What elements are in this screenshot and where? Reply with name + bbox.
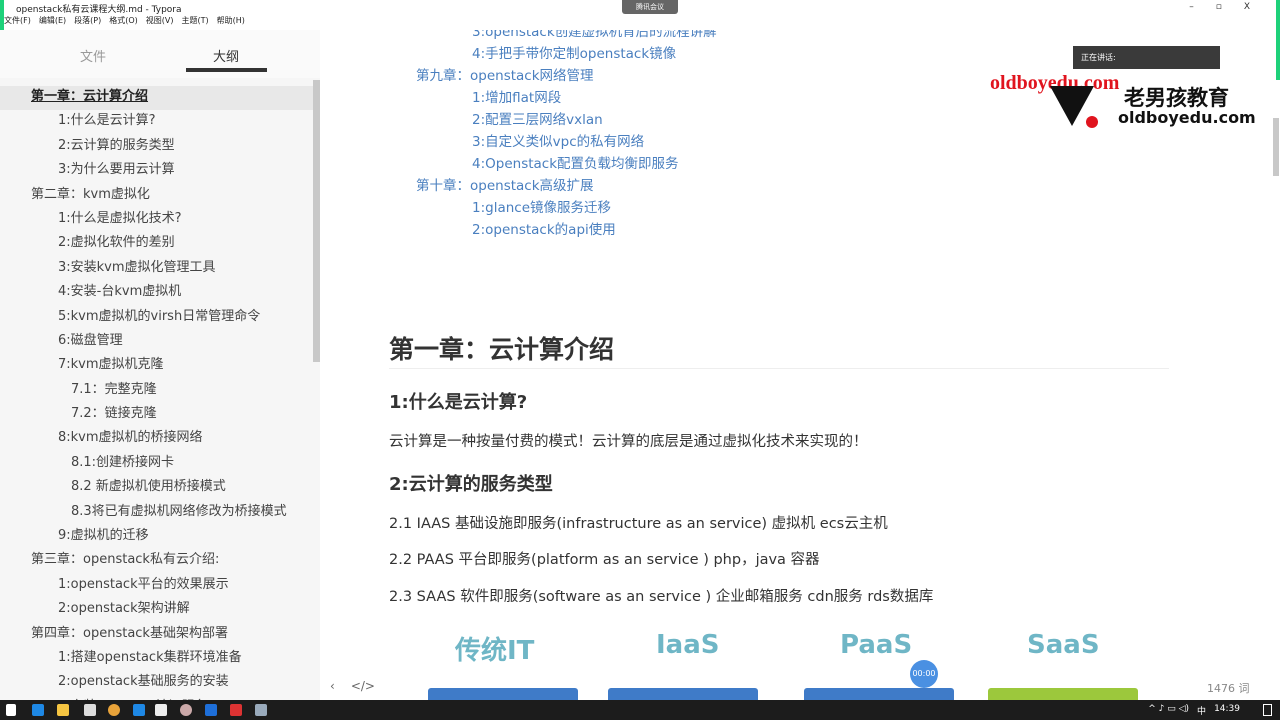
sidebar: 文件 大纲 第一章：云计算介绍 1:什么是云计算? 2:云计算的服务类型 3:为什么要…: [0, 30, 320, 700]
outline-item[interactable]: 8.1:创建桥接网卡: [0, 452, 313, 476]
menu-item[interactable]: 视图(V): [146, 15, 174, 30]
menu-item[interactable]: 格式(O): [109, 15, 138, 30]
outline-item[interactable]: 7.1：完整克隆: [0, 379, 313, 403]
menu-item[interactable]: 段落(P): [74, 15, 101, 30]
outline-item[interactable]: 3:为什么要用云计算: [0, 159, 313, 183]
toc-link[interactable]: 第十章：openstack高级扩展: [416, 174, 594, 194]
toc-link[interactable]: 4:手把手带你定制openstack镜像: [472, 42, 676, 62]
diagram-label: SaaS: [1027, 630, 1100, 660]
outline-item[interactable]: 2:openstack架构讲解: [0, 598, 313, 622]
toc-link[interactable]: 3:openstack创建虚拟机背后的流程讲解: [472, 30, 717, 40]
taskbar: ^ ♪ ▭ ◁) 中 14:39: [0, 700, 1280, 720]
window-controls: – ▫ X: [1189, 2, 1250, 12]
app-icon[interactable]: [230, 704, 242, 716]
maximize-button[interactable]: ▫: [1216, 2, 1222, 12]
menu-bar: 文件(F) 编辑(E) 段落(P) 格式(O) 视图(V) 主题(T) 帮助(H): [0, 15, 245, 30]
outline-item[interactable]: 1:搭建openstack集群环境准备: [0, 647, 313, 671]
outline-item[interactable]: 9:虚拟机的迁移: [0, 525, 313, 549]
outline-item[interactable]: 第三章：openstack私有云介绍:: [0, 549, 313, 573]
outline-item[interactable]: 1:什么是云计算?: [0, 110, 313, 134]
menu-item[interactable]: 帮助(H): [217, 15, 245, 30]
outline-item[interactable]: 2:openstack基础服务的安装: [0, 671, 313, 695]
edge-icon[interactable]: [32, 704, 44, 716]
paragraph: 2.2 PAAS 平台即服务(platform as an service ) …: [389, 552, 820, 568]
meeting-icon[interactable]: [205, 704, 217, 716]
start-icon[interactable]: [6, 704, 16, 716]
sidebar-scrollbar[interactable]: [313, 80, 320, 362]
outline-item[interactable]: 3:安装kvm虚拟化管理工具: [0, 257, 313, 281]
meeting-badge[interactable]: 腾讯会议: [622, 0, 678, 14]
outline-item[interactable]: 8.3将已有虚拟机网络修改为桥接模式: [0, 501, 313, 525]
editor-scrollbar[interactable]: [1273, 118, 1279, 176]
speaking-indicator: 正在讲话:: [1073, 46, 1220, 69]
menu-item[interactable]: 编辑(E): [39, 15, 66, 30]
outline-item[interactable]: 8.2 新虚拟机使用桥接模式: [0, 476, 313, 500]
explorer-icon[interactable]: [57, 704, 69, 716]
toc-link[interactable]: 第九章：openstack网络管理: [416, 64, 594, 84]
word-count[interactable]: 1476 词: [1207, 680, 1250, 696]
outline-item[interactable]: 5:kvm虚拟机的virsh日常管理命令: [0, 306, 313, 330]
paragraph: 2.1 IAAS 基础设施即服务(infrastructure as an se…: [389, 516, 888, 532]
tab-indicator: [186, 68, 267, 72]
menu-item[interactable]: 主题(T): [181, 15, 208, 30]
outline-item[interactable]: 7:kvm虚拟机克隆: [0, 354, 313, 378]
heading-chapter-1: 第一章：云计算介绍: [389, 335, 615, 364]
diagram-label: IaaS: [656, 630, 720, 660]
toc-link[interactable]: 3:自定义类似vpc的私有网络: [472, 130, 644, 150]
outline-list: 第一章：云计算介绍 1:什么是云计算? 2:云计算的服务类型 3:为什么要用云计算 第二…: [0, 86, 313, 700]
outline-item[interactable]: 第二章：kvm虚拟化: [0, 184, 313, 208]
heading-rule: [389, 368, 1169, 369]
source-mode-button[interactable]: </>: [351, 679, 375, 693]
recording-timer[interactable]: 00:00: [910, 660, 938, 688]
heading-what-is-cloud: 1:什么是云计算?: [389, 392, 528, 413]
tab-files[interactable]: 文件: [80, 46, 106, 65]
toc-link[interactable]: 2:配置三层网络vxlan: [472, 108, 603, 128]
app-icon[interactable]: [180, 704, 192, 716]
paragraph: 2.3 SAAS 软件即服务(software as an service ) …: [389, 589, 934, 605]
menu-item[interactable]: 文件(F): [4, 15, 31, 30]
outline-item[interactable]: 8:kvm虚拟机的桥接网络: [0, 427, 313, 451]
outline-item[interactable]: 4:安装-台kvm虚拟机: [0, 281, 313, 305]
toc-link[interactable]: 1:增加flat网段: [472, 86, 561, 106]
toc-link[interactable]: 2:openstack的api使用: [472, 218, 616, 238]
toggle-sidebar-button[interactable]: ‹: [330, 679, 335, 693]
outline-item[interactable]: 7.2：链接克隆: [0, 403, 313, 427]
close-button[interactable]: X: [1244, 2, 1250, 12]
outline-item[interactable]: 第四章：openstack基础架构部署: [0, 623, 313, 647]
diagram-label: PaaS: [840, 630, 913, 660]
app-icon[interactable]: [255, 704, 267, 716]
minimize-button[interactable]: –: [1189, 2, 1194, 12]
tab-outline[interactable]: 大纲: [213, 46, 239, 65]
toc-link[interactable]: 1:glance镜像服务迁移: [472, 196, 611, 216]
status-bar: ‹ </>: [330, 679, 375, 693]
toc-link[interactable]: 4:Openstack配置负载均衡即服务: [472, 152, 679, 172]
outline-item[interactable]: 2:虚拟化软件的差别: [0, 232, 313, 256]
store-icon[interactable]: [84, 704, 96, 716]
outline-item[interactable]: 2:云计算的服务类型: [0, 135, 313, 159]
typora-icon[interactable]: [155, 704, 167, 716]
diagram-box: [988, 688, 1138, 700]
diagram-box: [804, 688, 954, 700]
heading-service-types: 2:云计算的服务类型: [389, 474, 553, 495]
outline-item[interactable]: 第一章：云计算介绍: [0, 86, 313, 111]
notification-icon[interactable]: [1263, 704, 1272, 716]
clock[interactable]: 14:39: [1214, 704, 1240, 717]
diagram-box: [428, 688, 578, 700]
outline-item[interactable]: 1:什么是虚拟化技术?: [0, 208, 313, 232]
system-tray: ^ ♪ ▭ ◁) 中 14:39: [1148, 704, 1240, 717]
diagram-label: 传统IT: [455, 636, 535, 666]
tray-icons[interactable]: ^ ♪ ▭ ◁): [1148, 704, 1189, 717]
watermark-logo: oldboyedu.com 老男孩教育 oldboyedu.com: [990, 72, 1256, 128]
paragraph: 云计算是一种按量付费的模式！云计算的底层是通过虚拟化技术来实现的！: [389, 434, 868, 450]
ime-indicator[interactable]: 中: [1197, 704, 1206, 717]
outline-item[interactable]: 6:磁盘管理: [0, 330, 313, 354]
chrome-icon[interactable]: [108, 704, 120, 716]
outline-item[interactable]: 1:openstack平台的效果展示: [0, 574, 313, 598]
ie-icon[interactable]: [133, 704, 145, 716]
diagram-box: [608, 688, 758, 700]
